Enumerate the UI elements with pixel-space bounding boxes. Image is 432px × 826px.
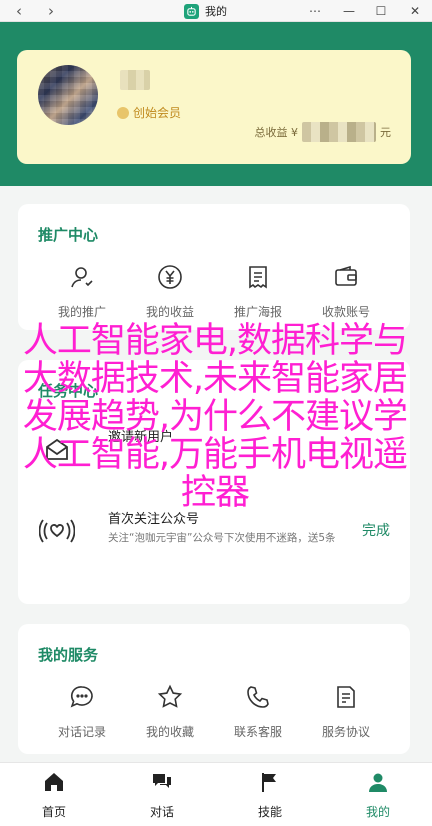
nav-home[interactable]: 首页 — [0, 763, 108, 826]
forward-button[interactable]: › — [38, 0, 64, 22]
username-redacted — [120, 70, 150, 90]
member-level-label: 创始会员 — [133, 106, 182, 120]
chat-icon — [151, 771, 173, 797]
user-icon — [67, 262, 97, 292]
service-item-label: 我的收藏 — [145, 725, 194, 739]
service-item-label: 联系客服 — [233, 725, 282, 739]
earnings-unit: 元 — [380, 126, 391, 139]
chat-bubble-icon — [67, 682, 97, 712]
services-card: 我的服务 对话记录 我的收藏 联系客服 服务协议 — [18, 624, 410, 754]
promo-item-label: 收款账号 — [321, 305, 370, 319]
star-icon — [155, 682, 185, 712]
services-grid: 对话记录 我的收藏 联系客服 服务协议 — [18, 682, 410, 740]
minimize-icon: — — [343, 4, 355, 18]
promo-center-title: 推广中心 — [38, 226, 99, 244]
phone-icon — [243, 682, 273, 712]
overlay-text: 人工智能家电,数据科学与大数据技术,未来智能家居发展趋势,为什么不建议学人工智能… — [22, 321, 408, 513]
close-button[interactable]: ✕ — [402, 0, 428, 22]
document-icon — [331, 682, 361, 712]
service-item-favorites[interactable]: 我的收藏 — [126, 682, 214, 740]
promo-item-label: 我的推广 — [57, 305, 106, 319]
promo-item-poster[interactable]: 推广海报 — [214, 262, 302, 320]
promo-item-my-promotion[interactable]: 我的推广 — [38, 262, 126, 320]
total-earnings: 总收益 ¥ 元 — [254, 122, 391, 142]
nav-label: 我的 — [365, 804, 390, 819]
crown-icon — [117, 106, 129, 119]
member-badge: 创始会员 — [117, 104, 181, 121]
profile-icon — [367, 771, 389, 797]
chevron-left-icon: ‹ — [16, 2, 22, 20]
home-icon — [43, 771, 65, 797]
nav-profile[interactable]: 我的 — [324, 763, 432, 826]
service-item-label: 对话记录 — [57, 725, 106, 739]
promo-item-label: 我的收益 — [145, 305, 194, 319]
nav-label: 首页 — [41, 804, 66, 819]
promo-item-my-earnings[interactable]: 我的收益 — [126, 262, 214, 320]
yen-icon — [155, 262, 185, 292]
maximize-icon: ☐ — [375, 4, 387, 18]
nav-label: 技能 — [257, 804, 282, 819]
services-title: 我的服务 — [38, 646, 99, 664]
avatar[interactable] — [38, 65, 98, 125]
back-button[interactable]: ‹ — [6, 0, 32, 22]
service-item-agreement[interactable]: 服务协议 — [302, 682, 390, 740]
window-titlebar: ‹ › 我的 ⋯ — ☐ ✕ — [0, 0, 432, 22]
member-card[interactable]: 创始会员 总收益 ¥ 元 — [17, 50, 411, 164]
broadcast-icon — [38, 512, 76, 550]
wallet-icon — [331, 262, 361, 292]
minimize-button[interactable]: — — [336, 0, 362, 22]
nav-label: 对话 — [149, 804, 174, 819]
nav-skills[interactable]: 技能 — [216, 763, 324, 826]
service-item-chat-history[interactable]: 对话记录 — [38, 682, 126, 740]
earnings-label: 总收益 ¥ — [254, 126, 299, 139]
earnings-value-redacted — [302, 122, 376, 142]
maximize-button[interactable]: ☐ — [368, 0, 394, 22]
bottom-nav: 首页 对话 技能 我的 — [0, 762, 432, 826]
poster-icon — [243, 262, 273, 292]
window-title-group: 我的 — [184, 2, 227, 20]
app-robot-icon — [184, 3, 199, 19]
promo-item-label: 推广海报 — [233, 305, 282, 319]
nav-chat[interactable]: 对话 — [108, 763, 216, 826]
task-complete-button[interactable]: 完成 — [362, 520, 390, 540]
promo-item-payment-account[interactable]: 收款账号 — [302, 262, 390, 320]
ellipsis-icon: ⋯ — [309, 4, 321, 18]
service-item-customer-service[interactable]: 联系客服 — [214, 682, 302, 740]
chevron-right-icon: › — [48, 2, 54, 20]
promo-grid: 我的推广 我的收益 推广海报 收款账号 — [18, 262, 410, 320]
task-description: 关注“泡咖元宇宙”公众号下次使用不迷路，送5条 — [108, 532, 336, 544]
window-title: 我的 — [205, 5, 227, 18]
more-menu-button[interactable]: ⋯ — [302, 0, 328, 22]
flag-icon — [259, 771, 281, 797]
close-icon: ✕ — [409, 4, 421, 18]
service-item-label: 服务协议 — [321, 725, 370, 739]
promo-center-card: 推广中心 我的推广 我的收益 推广海报 收款账号 — [18, 204, 410, 330]
